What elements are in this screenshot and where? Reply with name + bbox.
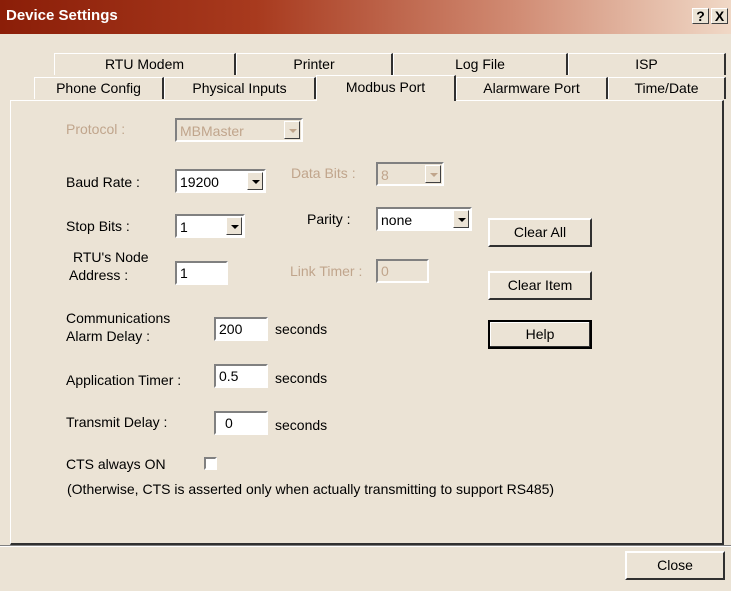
help-title-button[interactable]: ? [692,8,709,24]
data-bits-label: Data Bits : [291,165,356,181]
parity-select[interactable]: none [376,207,472,231]
stop-bits-value: 1 [180,219,188,235]
node-address-input[interactable]: 1 [175,261,228,285]
comm-alarm-delay-label-line1: Communications [66,310,171,326]
modbus-port-panel: Protocol : MBMaster Baud Rate : 19200 Da… [10,100,724,545]
tab-log-file[interactable]: Log File [393,53,568,75]
parity-value: none [381,212,413,228]
clear-item-button[interactable]: Clear Item [488,271,592,300]
transmit-delay-input[interactable]: 0 [214,411,268,435]
window-title: Device Settings [6,7,118,24]
title-bar: Device Settings ? X [0,0,731,34]
chevron-down-icon [284,121,300,139]
application-timer-unit: seconds [275,370,328,386]
tab-rtu-modem[interactable]: RTU Modem [54,53,236,75]
clear-all-button[interactable]: Clear All [488,218,592,247]
close-button[interactable]: Close [625,551,725,580]
protocol-value: MBMaster [180,123,244,139]
application-timer-input[interactable]: 0.5 [214,364,268,388]
parity-label: Parity : [307,211,351,227]
transmit-delay-unit: seconds [275,417,328,433]
tab-printer[interactable]: Printer [236,53,393,75]
chevron-down-icon[interactable] [453,210,469,228]
node-address-label-line2: Address : [69,267,129,283]
cts-always-on-checkbox[interactable] [204,457,217,470]
protocol-label: Protocol : [66,121,126,137]
node-address-label-line1: RTU's Node [73,249,149,265]
tab-alarmware-port[interactable]: Alarmware Port [456,77,608,99]
data-bits-value: 8 [381,167,389,183]
close-title-button[interactable]: X [711,8,728,24]
cts-note: (Otherwise, CTS is asserted only when ac… [67,481,555,497]
tab-modbus-port[interactable]: Modbus Port [316,75,456,101]
comm-alarm-delay-label-line2: Alarm Delay : [66,328,151,344]
link-timer-label: Link Timer : [290,263,363,279]
chevron-down-icon[interactable] [247,172,263,190]
device-settings-dialog: Device Settings ? X RTU Modem Printer Lo… [0,0,731,591]
baud-rate-label: Baud Rate : [66,174,140,190]
protocol-select: MBMaster [175,118,303,142]
stop-bits-select[interactable]: 1 [175,214,245,238]
baud-rate-value: 19200 [180,174,219,190]
stop-bits-label: Stop Bits : [66,218,130,234]
link-timer-value: 0 [381,263,389,279]
comm-alarm-delay-value: 200 [219,321,243,337]
data-bits-select: 8 [376,162,444,186]
tab-phone-config[interactable]: Phone Config [34,77,164,99]
application-timer-value: 0.5 [219,368,239,384]
transmit-delay-label: Transmit Delay : [66,414,168,430]
comm-alarm-delay-input[interactable]: 200 [214,317,268,341]
tab-time-date[interactable]: Time/Date [608,77,726,99]
comm-alarm-delay-unit: seconds [275,321,328,337]
chevron-down-icon [425,165,441,183]
node-address-value: 1 [180,265,188,281]
cts-always-on-label: CTS always ON [66,456,166,472]
chevron-down-icon[interactable] [226,217,242,235]
tab-physical-inputs[interactable]: Physical Inputs [164,77,316,99]
transmit-delay-value: 0 [225,415,233,431]
application-timer-label: Application Timer : [66,372,182,388]
baud-rate-select[interactable]: 19200 [175,169,266,193]
footer-divider [0,545,731,547]
help-button[interactable]: Help [488,320,592,349]
link-timer-input: 0 [376,259,429,283]
tab-isp[interactable]: ISP [568,53,726,75]
